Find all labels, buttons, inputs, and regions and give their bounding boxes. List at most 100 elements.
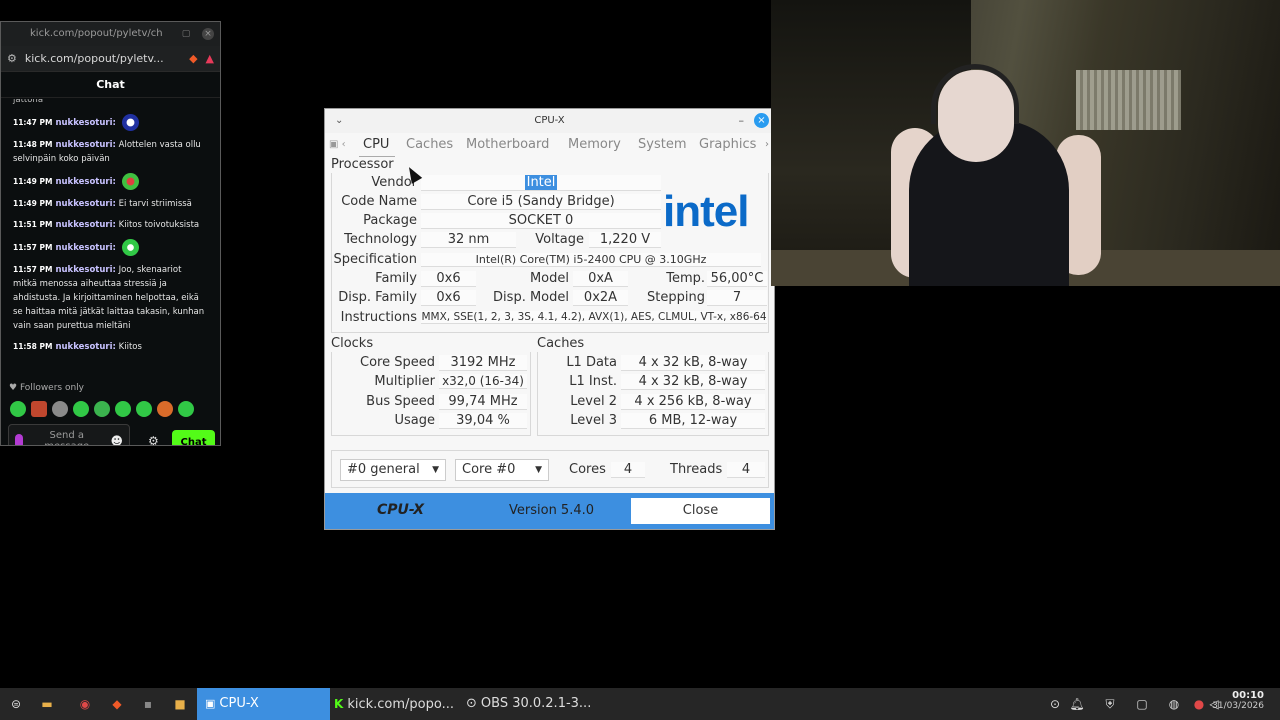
temp-value[interactable]: 56,00°C [707, 271, 767, 287]
tab-system[interactable]: System [638, 137, 686, 152]
technology-value[interactable]: 32 nm [421, 232, 516, 248]
processor-section-title: Processor [331, 157, 394, 172]
message-time: 11:58 PM [13, 342, 53, 351]
task-kick[interactable]: Kkick.com/popo... [326, 688, 461, 720]
chat-settings-icon[interactable]: ⚙ [148, 434, 159, 445]
threads-value[interactable]: 4 [727, 462, 765, 478]
shield-icon[interactable]: ⛨ [1101, 688, 1119, 720]
core-speed-value[interactable]: 3192 MHz [439, 355, 527, 371]
intel-logo: intel [663, 187, 749, 236]
cpux-titlebar[interactable]: ⌄ CPU-X – × [325, 109, 774, 133]
chat-titlebar[interactable]: kick.com/popout/pyletv/ch ▢ × [1, 22, 220, 46]
emote-icon[interactable] [136, 401, 152, 417]
followers-only-label: Followers only [19, 383, 85, 393]
tab-graphics[interactable]: Graphics [699, 137, 756, 152]
message-user[interactable]: nukkesoturi [55, 199, 112, 209]
disp-family-value[interactable]: 0x6 [421, 290, 476, 306]
usage-value[interactable]: 39,04 % [439, 413, 527, 429]
window-icon[interactable]: ▢ [1133, 688, 1151, 720]
codename-label: Code Name [341, 194, 417, 209]
tab-memory[interactable]: Memory [568, 137, 621, 152]
site-settings-icon[interactable]: ⚙ [7, 52, 17, 65]
tab-cpu[interactable]: CPU [358, 137, 396, 157]
message-user[interactable]: nukkesoturi [55, 220, 112, 230]
app-menu-icon[interactable]: ⊜ [7, 688, 25, 720]
folder-icon[interactable]: ■ [171, 688, 189, 720]
message-user[interactable]: nukkesoturi [55, 265, 112, 275]
task-label: kick.com/popo... [347, 697, 454, 712]
brave-rewards-icon[interactable]: ▲ [206, 52, 214, 65]
minimize-icon[interactable]: – [739, 109, 745, 133]
core-speed-label: Core Speed [360, 355, 435, 370]
message-user[interactable]: nukkesoturi [55, 342, 112, 352]
message-user[interactable]: nukkesoturi [55, 140, 112, 150]
network-icon[interactable]: ◍ [1165, 688, 1183, 720]
family-value[interactable]: 0x6 [421, 271, 476, 287]
emote-icon[interactable] [10, 401, 26, 417]
disp-family-label: Disp. Family [338, 290, 417, 305]
brave-browser-icon[interactable]: ◆ [108, 688, 126, 720]
emoji-icon[interactable]: ☻ [110, 434, 123, 445]
window-menu-icon[interactable]: ⌄ [335, 109, 343, 133]
level3-value[interactable]: 6 MB, 12-way [621, 413, 765, 429]
l1-inst-value[interactable]: 4 x 32 kB, 8-way [621, 374, 765, 390]
bus-speed-value[interactable]: 99,74 MHz [439, 394, 527, 410]
close-icon[interactable]: × [202, 28, 214, 40]
core-select[interactable]: Core #0 ▼ [455, 459, 549, 481]
url-text[interactable]: kick.com/popout/pyletv... [25, 52, 181, 65]
brave-shield-icon[interactable]: ◆ [189, 52, 197, 65]
screenshot-app-icon[interactable]: ◉ [76, 688, 94, 720]
terminal-icon[interactable]: ▪ [139, 688, 157, 720]
message-user[interactable]: nukkesoturi [55, 118, 112, 128]
address-bar[interactable]: ⚙ kick.com/popout/pyletv... ◆ ▲ [1, 46, 220, 72]
tab-scroll-left-icon[interactable]: ▣ ‹ [329, 139, 346, 150]
close-button[interactable]: Close [631, 498, 770, 524]
message-time: 11:57 PM [13, 243, 53, 252]
emote-icon[interactable] [178, 401, 194, 417]
tab-caches[interactable]: Caches [406, 137, 453, 152]
task-obs[interactable]: ⊙ OBS 30.0.2.1-3... [458, 688, 598, 720]
stepping-value[interactable]: 7 [707, 290, 767, 306]
microphone-icon[interactable] [15, 434, 23, 445]
l1-data-value[interactable]: 4 x 32 kB, 8-way [621, 355, 765, 371]
voltage-value[interactable]: 1,220 V [589, 232, 661, 248]
emote-icon[interactable] [31, 401, 47, 417]
notifications-icon[interactable]: 🔔︎ [1068, 688, 1086, 720]
codename-value[interactable]: Core i5 (Sandy Bridge) [421, 194, 661, 210]
files-icon[interactable]: ▬ [38, 688, 56, 720]
emote-icon[interactable] [73, 401, 89, 417]
emote-icon[interactable] [52, 401, 68, 417]
close-icon[interactable]: × [754, 113, 769, 128]
cpux-window: ⌄ CPU-X – × ▣ ‹ CPU Caches Motherboard M… [324, 108, 775, 530]
obs-tray-icon[interactable]: ⊙ [1046, 688, 1064, 720]
vendor-value[interactable]: Intel [421, 175, 661, 191]
minimize-icon[interactable]: ▢ [180, 28, 192, 40]
model-value[interactable]: 0xA [573, 271, 628, 287]
emote-icon[interactable] [115, 401, 131, 417]
chat-send-button[interactable]: Chat [172, 430, 215, 445]
obs-app-icon: ⊙ [466, 696, 477, 711]
emote-icon[interactable] [94, 401, 110, 417]
level2-value[interactable]: 4 x 256 kB, 8-way [621, 394, 765, 410]
socket-select[interactable]: #0 general ▼ [340, 459, 446, 481]
task-cpux[interactable]: ▣ CPU-X [197, 688, 330, 720]
tab-motherboard[interactable]: Motherboard [466, 137, 549, 152]
package-value[interactable]: SOCKET 0 [421, 213, 661, 229]
message-user[interactable]: nukkesoturi [55, 177, 112, 187]
specification-value[interactable]: Intel(R) Core(TM) i5-2400 CPU @ 3.10GHz [421, 253, 761, 267]
multiplier-value[interactable]: x32,0 (16-34) [439, 374, 527, 389]
instructions-label: Instructions [340, 310, 417, 325]
followers-only-notice: ♥ Followers only [9, 383, 84, 393]
tab-scroll-right-icon[interactable]: › [765, 139, 769, 150]
send-message-input[interactable]: Send a message ☻ [8, 424, 130, 445]
disp-model-value[interactable]: 0x2A [573, 290, 628, 306]
message-user[interactable]: nukkesoturi [55, 243, 112, 253]
clock-date: 31/03/2026 [1212, 701, 1264, 711]
l1-data-label: L1 Data [566, 355, 617, 370]
l1-inst-label: L1 Inst. [569, 374, 617, 389]
cores-value[interactable]: 4 [611, 462, 645, 478]
instructions-value[interactable]: MMX, SSE(1, 2, 3, 3S, 4.1, 4.2), AVX(1),… [421, 311, 767, 324]
clock[interactable]: 00:10 31/03/2026 [1212, 690, 1264, 711]
chat-messages[interactable]: jattona 11:47 PM nukkesoturi: 11:48 PM nuk… [1, 99, 220, 374]
emote-icon[interactable] [157, 401, 173, 417]
